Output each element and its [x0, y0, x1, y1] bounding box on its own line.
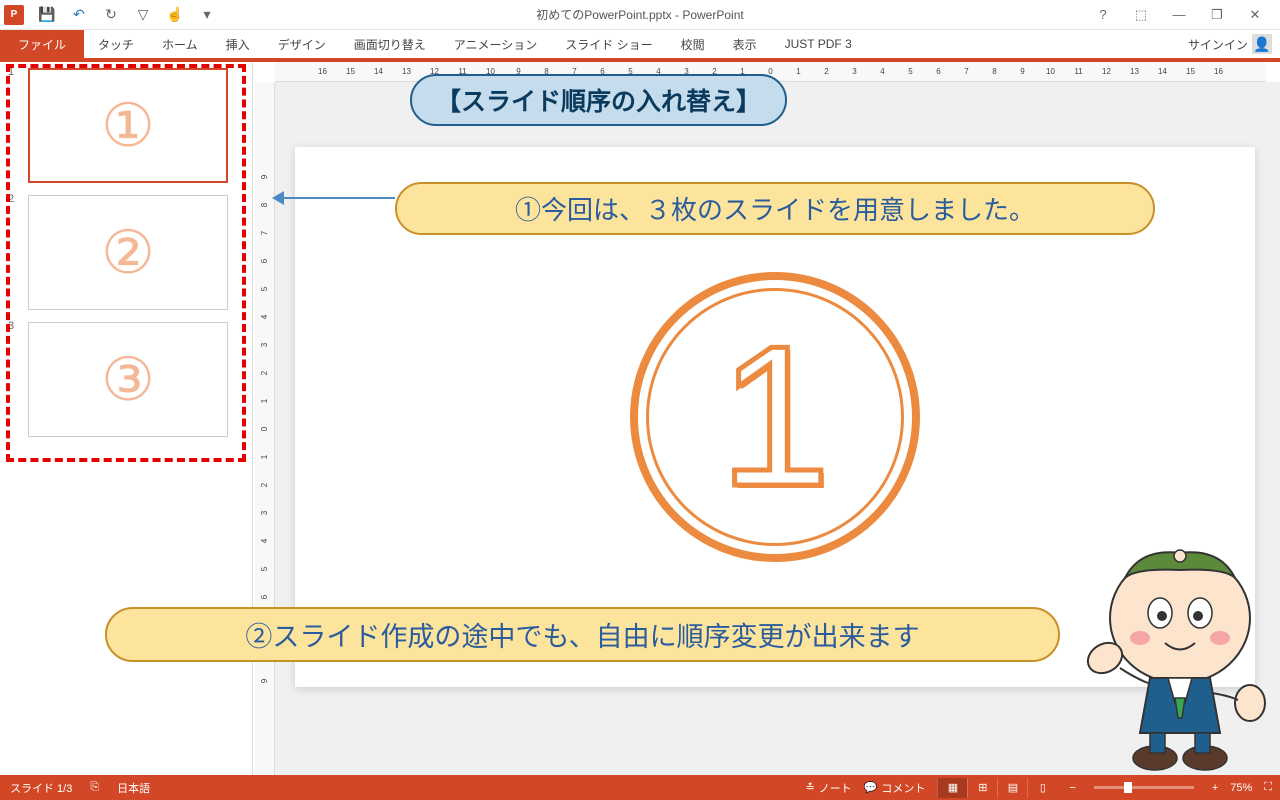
tab-review[interactable]: 校閲 — [667, 30, 719, 58]
view-buttons: ▦ ⊞ ▤ ▯ — [937, 778, 1057, 798]
comments-button[interactable]: 💬 コメント — [864, 780, 926, 796]
annotation-title-callout: 【スライド順序の入れ替え】 — [410, 74, 787, 126]
close-button[interactable]: ✕ — [1240, 2, 1270, 28]
thumb-preview[interactable]: ③ — [28, 322, 228, 437]
tab-insert[interactable]: 挿入 — [212, 30, 264, 58]
redo-button[interactable]: ↻ — [96, 2, 126, 28]
signin-label: サインイン — [1188, 36, 1248, 53]
quick-access-toolbar: P 💾 ↶ ↻ ▽ ☝ ▾ — [0, 2, 222, 28]
notes-button[interactable]: ≛ ノート — [805, 780, 851, 796]
thumb-glyph: ③ — [101, 345, 155, 415]
ribbon-tabs: ファイル タッチ ホーム 挿入 デザイン 画面切り替え アニメーション スライド… — [0, 30, 1280, 58]
thumbnail-3[interactable]: 3 ③ — [10, 322, 242, 437]
workspace: 1 ① 2 ② 3 ③ 1615141312111098765432101234… — [0, 62, 1280, 775]
restore-button[interactable]: ❐ — [1202, 2, 1232, 28]
qat-dropdown[interactable]: ▾ — [192, 2, 222, 28]
tab-justpdf[interactable]: JUST PDF 3 — [771, 30, 866, 58]
tab-file[interactable]: ファイル — [0, 30, 84, 58]
thumb-glyph: ② — [101, 218, 155, 288]
thumb-preview[interactable]: ① — [28, 68, 228, 183]
app-icon: P — [4, 5, 24, 25]
thumbnail-2[interactable]: 2 ② — [10, 195, 242, 310]
annotation-callout-1: ①今回は、３枚のスライドを用意しました。 — [395, 182, 1155, 235]
tab-touch[interactable]: タッチ — [84, 30, 148, 58]
zoom-in-button[interactable]: + — [1212, 782, 1218, 794]
zoom-level[interactable]: 75% — [1230, 782, 1252, 794]
tab-view[interactable]: 表示 — [719, 30, 771, 58]
start-slideshow-button[interactable]: ▽ — [128, 2, 158, 28]
slide-number-glyph: 1 — [719, 317, 830, 517]
tab-design[interactable]: デザイン — [264, 30, 340, 58]
thumb-number: 2 — [8, 193, 14, 205]
user-icon: 👤 — [1252, 34, 1272, 54]
tab-home[interactable]: ホーム — [148, 30, 212, 58]
mascot-character — [1050, 538, 1270, 773]
thumb-number: 1 — [8, 66, 14, 78]
zoom-out-button[interactable]: − — [1069, 782, 1075, 794]
undo-button[interactable]: ↶ — [64, 2, 94, 28]
normal-view-button[interactable]: ▦ — [937, 778, 967, 798]
annotation-arrow — [275, 197, 395, 199]
annotation-callout-2: ②スライド作成の途中でも、自由に順序変更が出来ます — [105, 607, 1060, 662]
slideshow-view-button[interactable]: ▯ — [1027, 778, 1057, 798]
tab-animations[interactable]: アニメーション — [440, 30, 552, 58]
slide-counter: スライド 1/3 — [10, 780, 72, 796]
statusbar: スライド 1/3 ⎘ 日本語 ≛ ノート 💬 コメント ▦ ⊞ ▤ ▯ − + … — [0, 775, 1280, 800]
vertical-ruler: 9876543210123456789 — [255, 82, 275, 775]
zoom-slider[interactable] — [1094, 786, 1194, 789]
thumb-preview[interactable]: ② — [28, 195, 228, 310]
minimize-button[interactable]: — — [1164, 2, 1194, 28]
tab-transitions[interactable]: 画面切り替え — [340, 30, 440, 58]
sorter-view-button[interactable]: ⊞ — [967, 778, 997, 798]
fit-window-button[interactable]: ⛶ — [1264, 781, 1272, 794]
window-title: 初めてのPowerPoint.pptx - PowerPoint — [536, 6, 743, 23]
signin[interactable]: サインイン 👤 — [1188, 34, 1272, 54]
thumb-number: 3 — [8, 320, 14, 332]
thumbnail-panel[interactable]: 1 ① 2 ② 3 ③ — [0, 62, 253, 775]
slide-circle-shape: 1 — [630, 272, 920, 562]
tab-slideshow[interactable]: スライド ショー — [551, 30, 666, 58]
thumb-glyph: ① — [101, 91, 155, 161]
thumbnail-1[interactable]: 1 ① — [10, 68, 242, 183]
reading-view-button[interactable]: ▤ — [997, 778, 1027, 798]
language-indicator[interactable]: 日本語 — [117, 780, 150, 796]
window-controls: ? ⬚ — ❐ ✕ — [1088, 2, 1280, 28]
spellcheck-icon[interactable]: ⎘ — [90, 781, 99, 794]
touch-mode-button[interactable]: ☝ — [160, 2, 190, 28]
titlebar: P 💾 ↶ ↻ ▽ ☝ ▾ 初めてのPowerPoint.pptx - Powe… — [0, 0, 1280, 30]
ribbon-options-button[interactable]: ⬚ — [1126, 2, 1156, 28]
help-button[interactable]: ? — [1088, 2, 1118, 28]
save-button[interactable]: 💾 — [32, 2, 62, 28]
